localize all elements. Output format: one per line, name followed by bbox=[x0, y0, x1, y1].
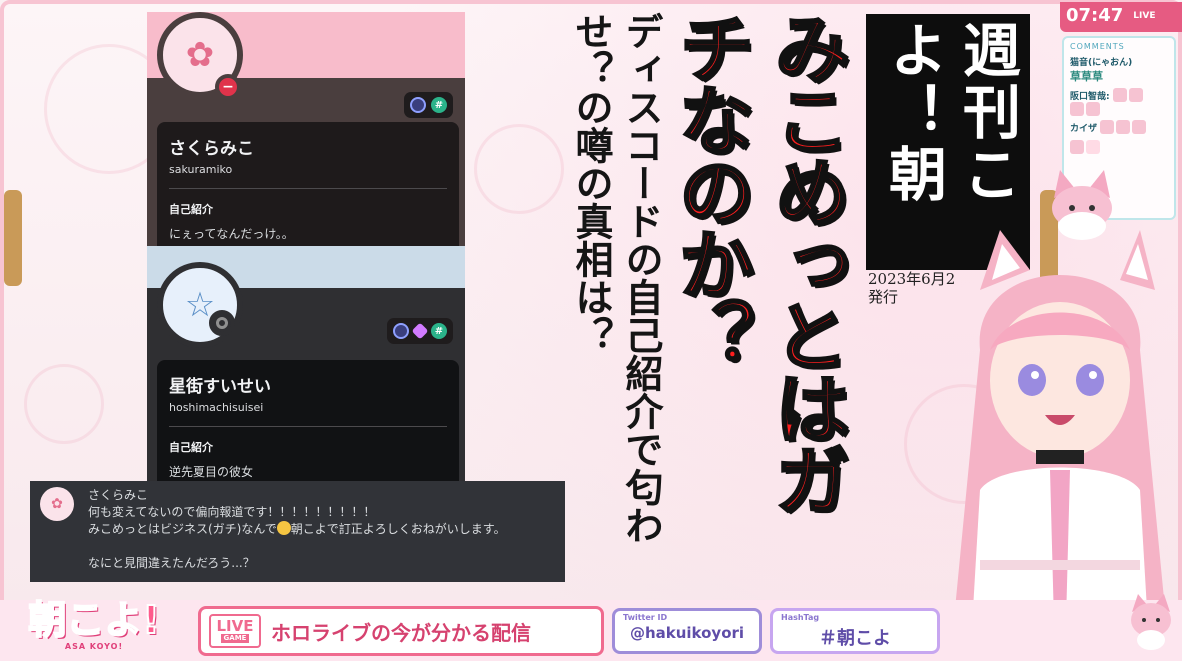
stamp-icon bbox=[1116, 120, 1131, 134]
twitter-id-box: Twitter ID @hakuikoyori bbox=[612, 608, 762, 654]
stamp-icon bbox=[1086, 102, 1100, 116]
stamp-icon bbox=[1128, 88, 1143, 102]
stamp-icon bbox=[1132, 120, 1147, 134]
live-game-badge: LIVE GAME bbox=[209, 614, 261, 648]
offline-status-icon bbox=[209, 310, 235, 336]
decor-circle bbox=[24, 364, 104, 444]
about-me-text: にぇってなんだっけ。。 bbox=[169, 227, 294, 241]
live-indicator: LIVE bbox=[1133, 11, 1156, 21]
sub-headline: ディスコードの自己紹介で匂わせ？の噂の真相は？ bbox=[569, 12, 663, 544]
badge-group: # bbox=[404, 92, 453, 118]
badge-group: # bbox=[387, 318, 453, 344]
display-name: さくらみこ bbox=[169, 139, 254, 159]
chat-message: ✿ さくらみこ 何も変えてないので偏向報道です！！！！！！！！！ みこめっとはビ… bbox=[30, 481, 565, 582]
profile-card-hoshimachisuisei: ☆ # 星街すいせい hoshimachisuisei 自己紹介 逆先夏目の彼女 bbox=[147, 246, 465, 492]
twitter-label: Twitter ID bbox=[623, 613, 668, 622]
display-name: 星街すいせい bbox=[169, 377, 271, 397]
profile-info: さくらみこ sakuramiko 自己紹介 にぇってなんだっけ。。 bbox=[157, 122, 459, 246]
comment-text: 草草草 bbox=[1070, 70, 1103, 83]
username: hoshimachisuisei bbox=[169, 401, 264, 414]
hashtag-box: HashTag ＃朝こよ bbox=[770, 608, 940, 654]
comment-stamps bbox=[1070, 140, 1168, 154]
decor-circle bbox=[474, 124, 564, 214]
message-body: さくらみこ 何も変えてないので偏向報道です！！！！！！！！！ みこめっとはビジネ… bbox=[88, 487, 555, 572]
stamp-icon bbox=[1070, 140, 1084, 154]
divider bbox=[169, 426, 447, 427]
live-badge-sub: GAME bbox=[220, 634, 250, 643]
comment-user-row: 阪口智哉: bbox=[1070, 88, 1168, 102]
nitro-badge-icon[interactable] bbox=[410, 97, 426, 113]
avatar[interactable]: ✿ bbox=[40, 487, 74, 521]
stamp-icon bbox=[1112, 88, 1127, 102]
comment-stamps bbox=[1070, 102, 1168, 116]
message-line: 朝こよで訂正よろしくおねがいします。 bbox=[290, 522, 506, 536]
avatar[interactable]: ☆ bbox=[157, 262, 243, 348]
stream-title: ホロライブの今が分かる配信 bbox=[271, 620, 531, 645]
boost-gem-icon[interactable] bbox=[411, 322, 429, 340]
nitro-badge-icon[interactable] bbox=[393, 323, 409, 339]
sweat-smile-emoji-icon bbox=[276, 521, 291, 535]
chibi-character-icon bbox=[1131, 594, 1171, 650]
live-title-box: LIVE GAME ホロライブの今が分かる配信 bbox=[198, 606, 604, 656]
hashtag-value[interactable]: ＃朝こよ bbox=[781, 624, 929, 650]
dnd-status-icon: − bbox=[215, 74, 241, 100]
divider bbox=[169, 188, 447, 189]
profile-info: 星街すいせい hoshimachisuisei 自己紹介 逆先夏目の彼女 bbox=[157, 360, 459, 492]
comment-user-row: カイザ bbox=[1070, 120, 1168, 134]
heart-icon bbox=[1086, 140, 1100, 154]
hashtag-label: HashTag bbox=[781, 613, 820, 622]
comment-user: 猫音(にゃおん) bbox=[1070, 58, 1133, 68]
clock: 07:47 LIVE bbox=[1060, 2, 1182, 32]
comments-header: COMMENTS bbox=[1070, 42, 1125, 51]
live-badge-text: LIVE bbox=[216, 617, 254, 635]
message-line: 何も変えてないので偏向報道です！！！！！！！！！ bbox=[88, 505, 376, 519]
message-line: なにと見間違えたんだろう...？ bbox=[88, 556, 255, 570]
twitter-handle[interactable]: @hakuikoyori bbox=[623, 624, 751, 642]
stamp-icon bbox=[1100, 120, 1115, 134]
clock-time: 07:47 bbox=[1066, 5, 1124, 26]
message-author[interactable]: さくらみこ bbox=[88, 487, 555, 504]
username: sakuramiko bbox=[169, 163, 233, 176]
main-headline: みこめっとはガチなのか？ bbox=[665, 9, 852, 516]
left-side-tab bbox=[4, 190, 22, 286]
hashtag-badge-icon[interactable]: # bbox=[431, 97, 447, 113]
about-me-text: 逆先夏目の彼女 bbox=[169, 465, 254, 479]
logo-subtext: ASA KOYO! bbox=[64, 641, 124, 651]
about-me-label: 自己紹介 bbox=[169, 203, 213, 216]
comment-user: 阪口智哉: bbox=[1070, 92, 1110, 102]
logo-text: 朝こよ! bbox=[27, 597, 160, 643]
hashtag-badge-icon[interactable]: # bbox=[431, 323, 447, 339]
about-me-label: 自己紹介 bbox=[169, 441, 213, 454]
show-logo: 朝こよ! ASA KOYO! bbox=[4, 588, 184, 660]
stamp-icon bbox=[1070, 102, 1084, 116]
message-line-wrap: みこめっとはビジネス(ガチ)なんで 朝こよで訂正よろしくおねがいします。 bbox=[88, 521, 555, 538]
comment-user: カイザ bbox=[1070, 124, 1098, 134]
message-line: みこめっとはビジネス(ガチ)なんで bbox=[88, 522, 277, 536]
profile-card-sakuramiko: ✿ − # さくらみこ sakuramiko 自己紹介 にぇってなんだっけ。。 bbox=[147, 12, 465, 246]
